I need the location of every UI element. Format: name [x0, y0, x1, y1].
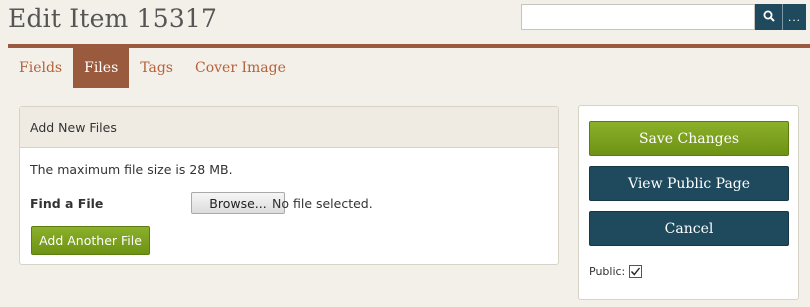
view-public-page-button[interactable]: View Public Page: [589, 166, 789, 201]
section-tabs: Fields Files Tags Cover Image: [8, 48, 297, 88]
search-input[interactable]: [521, 4, 755, 30]
checkmark-icon: [631, 267, 641, 276]
public-checkbox[interactable]: [629, 265, 643, 278]
save-sidebar: Save Changes View Public Page Cancel Pub…: [578, 105, 799, 300]
tab-fields[interactable]: Fields: [8, 48, 73, 88]
save-changes-button[interactable]: Save Changes: [589, 121, 789, 156]
add-files-panel: Add New Files The maximum file size is 2…: [19, 106, 559, 265]
max-file-size-note: The maximum file size is 28 MB.: [30, 162, 233, 177]
search-button[interactable]: [755, 4, 782, 30]
browse-button[interactable]: Browse...: [191, 192, 285, 214]
panel-body: The maximum file size is 28 MB. Find a F…: [20, 148, 558, 265]
search-icon: [763, 10, 775, 25]
find-file-label: Find a File: [30, 196, 104, 211]
advanced-search-button[interactable]: ...: [782, 4, 806, 30]
public-label: Public:: [589, 265, 626, 278]
search-bar: ...: [521, 4, 806, 30]
file-status-text: No file selected.: [272, 196, 373, 211]
tab-tags[interactable]: Tags: [129, 48, 184, 88]
panel-heading: Add New Files: [20, 107, 558, 148]
tab-cover-image[interactable]: Cover Image: [184, 48, 297, 88]
public-toggle-row: Public:: [589, 265, 643, 278]
add-another-file-button[interactable]: Add Another File: [31, 226, 150, 255]
header: Edit Item 15317 ...: [0, 0, 810, 44]
cancel-button[interactable]: Cancel: [589, 211, 789, 246]
page-title: Edit Item 15317: [8, 4, 218, 33]
tab-files[interactable]: Files: [73, 48, 130, 88]
